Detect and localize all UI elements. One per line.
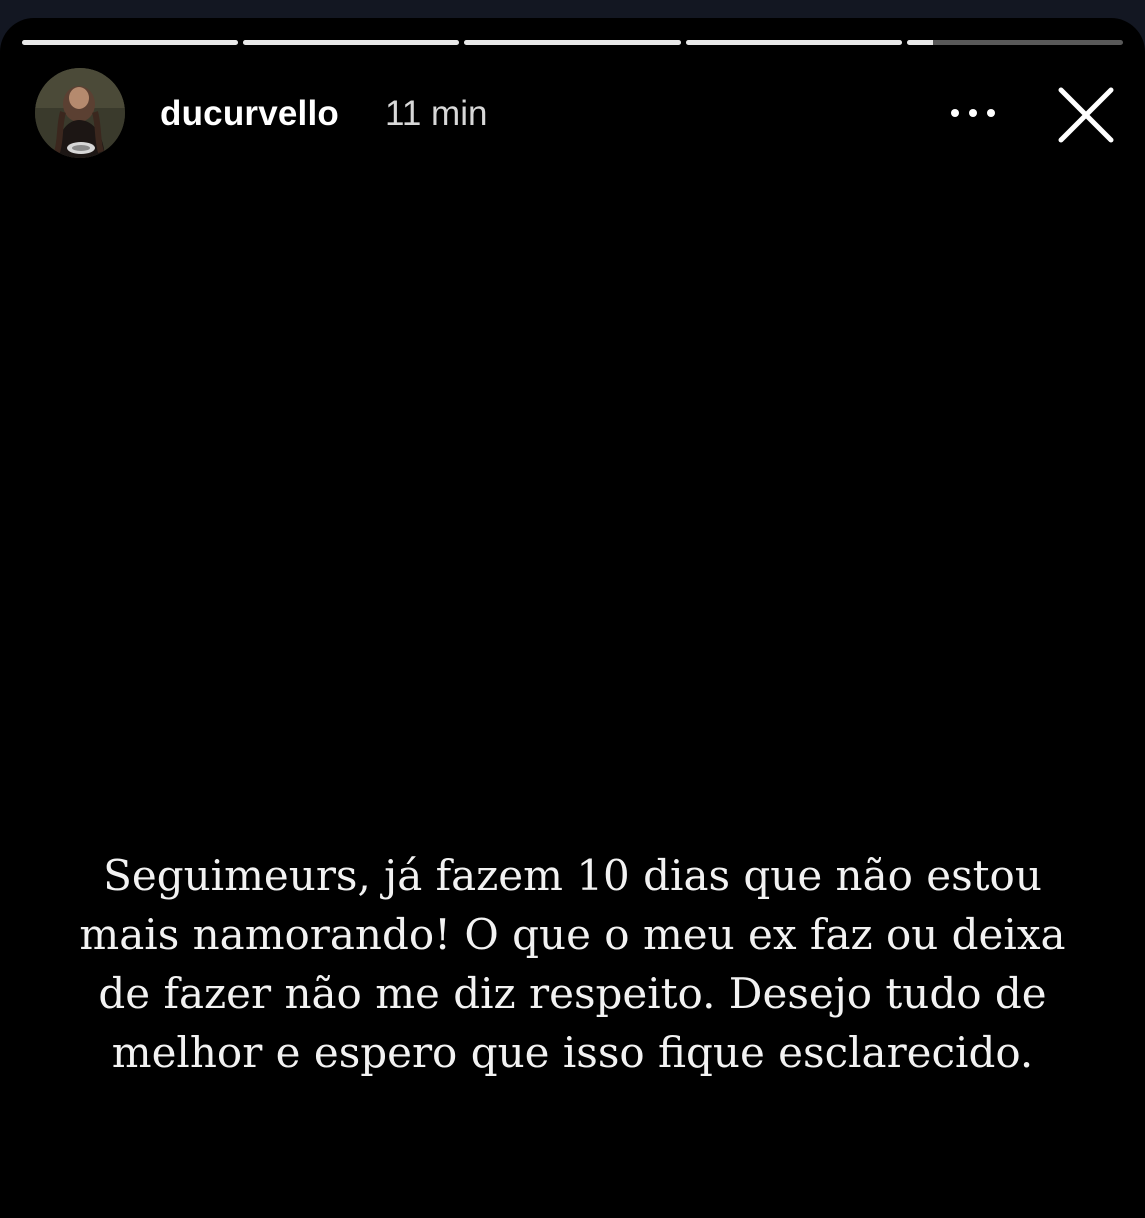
story-caption-text: Seguimeurs, já fazem 10 dias que não est… [79,851,1066,1077]
story-progress-bar [22,40,1124,45]
progress-segment [243,40,460,45]
timestamp: 11 min [385,94,488,133]
story-viewer[interactable]: ducurvello 11 min Seguimeurs, já fazem 1… [0,18,1145,1218]
close-icon[interactable] [1055,84,1117,146]
progress-fill [464,40,681,45]
progress-fill [685,40,902,45]
progress-segment [685,40,902,45]
progress-segment [464,40,681,45]
progress-segment [22,40,239,45]
username[interactable]: ducurvello [160,94,339,134]
progress-fill [22,40,239,45]
story-header: ducurvello 11 min [35,68,1117,160]
more-horizontal-icon[interactable] [945,98,1001,128]
avatar-photo [35,68,125,158]
progress-segment [906,40,1124,45]
progress-fill [243,40,460,45]
progress-fill [906,40,933,45]
avatar[interactable] [35,68,125,158]
